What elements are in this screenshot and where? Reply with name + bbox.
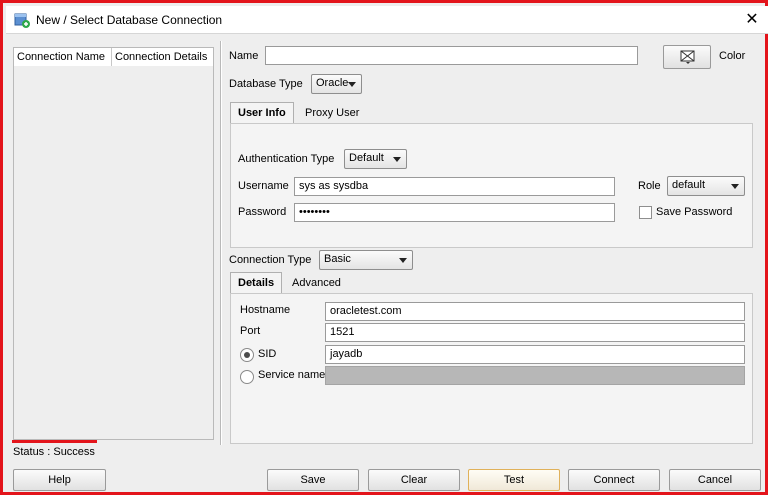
help-button[interactable]: Help xyxy=(13,469,106,491)
service-name-label: Service name xyxy=(258,369,326,381)
tab-user-info[interactable]: User Info xyxy=(230,102,294,124)
close-icon[interactable]: ✕ xyxy=(742,10,762,30)
connection-type-label: Connection Type xyxy=(229,254,312,266)
connections-table-header: Connection Name Connection Details xyxy=(13,47,214,67)
color-label: Color xyxy=(719,50,746,62)
password-input[interactable]: •••••••• xyxy=(294,203,615,222)
test-button[interactable]: Test xyxy=(468,469,560,491)
name-label: Name xyxy=(229,50,259,62)
port-input[interactable]: 1521 xyxy=(325,323,745,342)
database-icon xyxy=(14,13,30,28)
tab-advanced[interactable]: Advanced xyxy=(285,273,348,295)
connection-type-select[interactable]: Basic xyxy=(319,250,413,270)
tab-details[interactable]: Details xyxy=(230,272,283,294)
column-connection-name[interactable]: Connection Name xyxy=(14,48,112,66)
name-input[interactable] xyxy=(265,46,638,65)
auth-type-label: Authentication Type xyxy=(238,153,335,165)
dialog-window: New / Select Database Connection ✕ Conne… xyxy=(0,0,768,495)
database-type-select[interactable]: Oracle xyxy=(311,74,362,94)
sid-radio[interactable] xyxy=(240,348,254,362)
color-picker-icon xyxy=(680,50,695,64)
password-label: Password xyxy=(238,206,287,218)
splitter[interactable] xyxy=(220,41,222,445)
tab-proxy-user[interactable]: Proxy User xyxy=(298,103,366,125)
save-password-label: Save Password xyxy=(656,206,733,218)
connections-list[interactable] xyxy=(13,66,214,440)
connect-button[interactable]: Connect xyxy=(568,469,660,491)
port-label: Port xyxy=(240,325,261,337)
username-input[interactable]: sys as sysdba xyxy=(294,177,615,196)
color-button[interactable] xyxy=(663,45,711,69)
sid-label: SID xyxy=(258,348,277,360)
role-label: Role xyxy=(638,180,661,192)
sid-input[interactable]: jayadb xyxy=(325,345,745,364)
service-name-input xyxy=(325,366,745,385)
hostname-label: Hostname xyxy=(240,304,291,316)
title-bar: New / Select Database Connection ✕ xyxy=(6,6,768,34)
service-name-radio[interactable] xyxy=(240,370,254,384)
auth-type-select[interactable]: Default xyxy=(344,149,407,169)
status-text: Status : Success xyxy=(13,446,95,458)
cancel-button[interactable]: Cancel xyxy=(669,469,761,491)
hostname-input[interactable]: oracletest.com xyxy=(325,302,745,321)
username-label: Username xyxy=(238,180,289,192)
role-select[interactable]: default xyxy=(667,176,745,196)
clear-button[interactable]: Clear xyxy=(368,469,460,491)
save-button[interactable]: Save xyxy=(267,469,359,491)
save-password-checkbox[interactable] xyxy=(639,206,652,219)
window-title: New / Select Database Connection xyxy=(36,13,223,27)
database-type-label: Database Type xyxy=(229,78,303,90)
status-highlight xyxy=(12,440,97,443)
column-connection-details[interactable]: Connection Details xyxy=(112,48,213,66)
